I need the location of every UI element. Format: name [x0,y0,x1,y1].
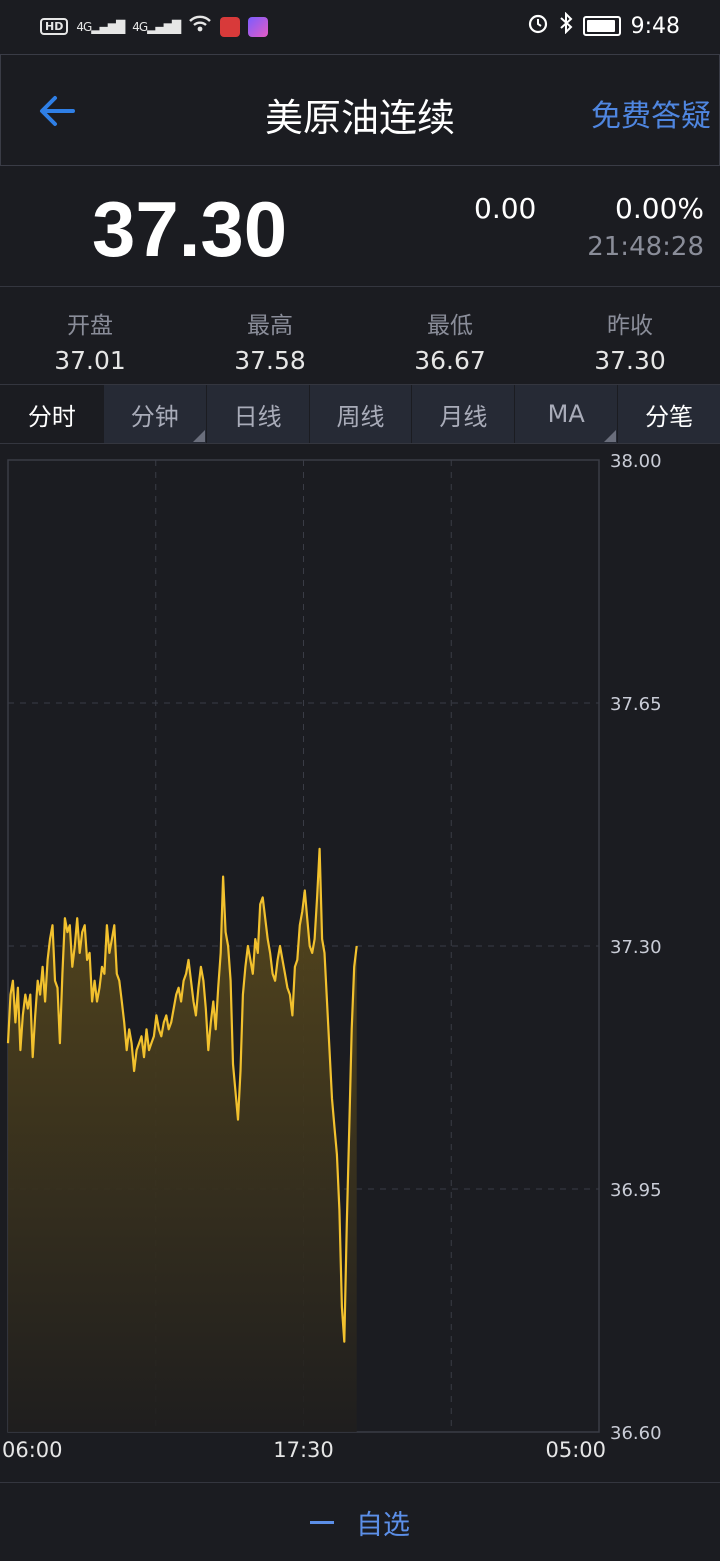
y-tick-label: 36.95 [610,1180,662,1201]
chart-period-tabs: 分时 分钟 日线 周线 月线 MA 分笔 [0,385,720,444]
tab-monthly[interactable]: 月线 [411,385,515,443]
stat-label: 最高 [247,313,293,339]
tab-ticks[interactable]: 分笔 [617,385,720,443]
stat-open: 开盘 37.01 [0,288,180,384]
tab-minute[interactable]: 分钟 [102,385,206,443]
y-tick-label: 38.00 [610,451,662,472]
bluetooth-icon [559,11,573,40]
signal-icon: 4G▂▄▆█ [76,19,125,34]
app-icon [220,16,241,37]
y-tick-label: 36.60 [610,1423,662,1444]
tab-label: 分时 [27,402,76,431]
add-favorite-button[interactable]: 自选 [310,1503,410,1542]
stat-high: 最高 37.58 [180,288,360,384]
price-area-fill [8,848,357,1432]
x-axis-labels: 06:00 17:30 05:00 [2,1438,606,1462]
clock-time: 9:48 [630,13,680,39]
y-axis-labels: 38.00 37.65 37.30 36.95 36.60 [610,451,662,1444]
status-left: HD 4G▂▄▆█ 4G▂▄▆█ [40,14,269,39]
stat-value: 37.58 [234,346,306,375]
y-tick-label: 37.30 [610,937,662,958]
price-change-percent: 0.00% [615,192,704,225]
x-tick-label: 05:00 [545,1438,606,1462]
stat-prev-close: 昨收 37.30 [540,288,720,384]
bottom-bar: 自选 [0,1482,720,1561]
hd-icon: HD [40,18,69,35]
tab-weekly[interactable]: 周线 [308,385,412,443]
price-change: 0.00 [474,192,537,225]
tab-label: MA [547,400,585,428]
x-tick-label: 17:30 [273,1438,334,1462]
quote-time: 21:48:28 [587,232,704,262]
minus-icon [310,1520,334,1524]
stat-label: 最低 [427,313,473,339]
tab-label: 月线 [439,402,488,431]
alarm-icon [527,12,549,40]
tab-daily[interactable]: 日线 [205,385,309,443]
stat-low: 最低 36.67 [360,288,540,384]
x-tick-label: 06:00 [2,1438,63,1462]
status-bar: HD 4G▂▄▆█ 4G▂▄▆█ 9:48 [0,0,720,54]
dropdown-corner-icon [604,430,617,442]
signal-label: 4G [76,19,92,34]
last-price: 37.30 [92,185,288,273]
intraday-chart[interactable]: 38.00 37.65 37.30 36.95 36.60 06:00 17:30 05:0… [0,444,720,1480]
status-right: 9:48 [527,11,680,40]
intraday-chart-svg: 38.00 37.65 37.30 36.95 36.60 06:00 17:30 05:0… [2,451,662,1462]
tab-label: 分钟 [130,402,179,431]
stat-value: 37.30 [594,346,666,375]
stat-label: 开盘 [67,313,113,339]
signal-icon: 4G▂▄▆█ [132,19,181,34]
stat-label: 昨收 [607,313,653,339]
favorite-label: 自选 [356,1509,410,1541]
tab-intraday[interactable]: 分时 [0,385,103,443]
signal-label: 4G [132,19,148,34]
stat-value: 37.01 [54,346,126,375]
stat-value: 36.67 [414,346,486,375]
header: 美原油连续 免费答疑 [0,54,720,166]
app-icon [248,16,269,37]
tab-ma[interactable]: MA [514,385,618,443]
tab-label: 分笔 [645,402,694,431]
free-help-link[interactable]: 免费答疑 [591,91,711,135]
dropdown-corner-icon [192,430,205,442]
battery-icon [582,16,621,36]
stats-row: 开盘 37.01 最高 37.58 最低 36.67 昨收 37.30 [0,288,720,385]
y-tick-label: 37.65 [610,694,662,715]
quote-panel: 37.30 0.00 0.00% 21:48:28 [0,166,720,287]
tab-label: 周线 [336,402,385,431]
wifi-icon [188,14,212,39]
tab-label: 日线 [233,402,282,431]
